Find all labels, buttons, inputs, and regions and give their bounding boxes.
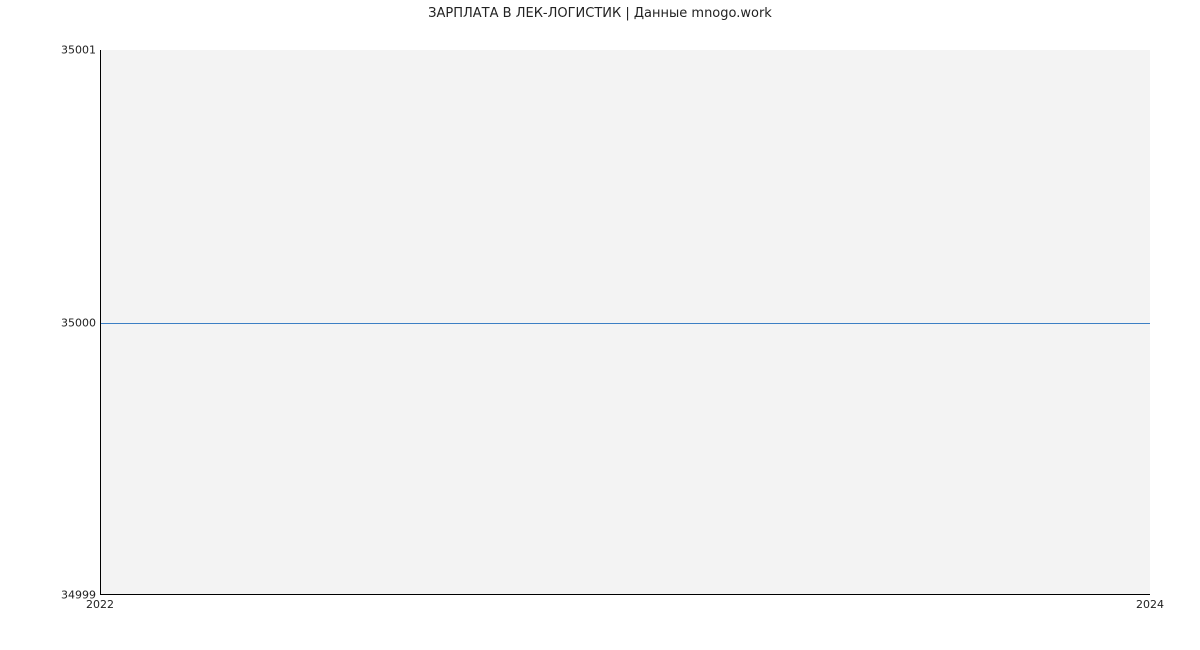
y-tick-label: 34999 xyxy=(6,589,96,602)
data-line xyxy=(101,323,1150,324)
x-tick-label: 2022 xyxy=(86,598,114,611)
plot-area xyxy=(100,50,1150,595)
y-tick-label: 35001 xyxy=(6,44,96,57)
chart-title: ЗАРПЛАТА В ЛЕК-ЛОГИСТИК | Данные mnogo.w… xyxy=(0,6,1200,21)
x-tick-label: 2024 xyxy=(1136,598,1164,611)
y-tick-label: 35000 xyxy=(6,316,96,329)
